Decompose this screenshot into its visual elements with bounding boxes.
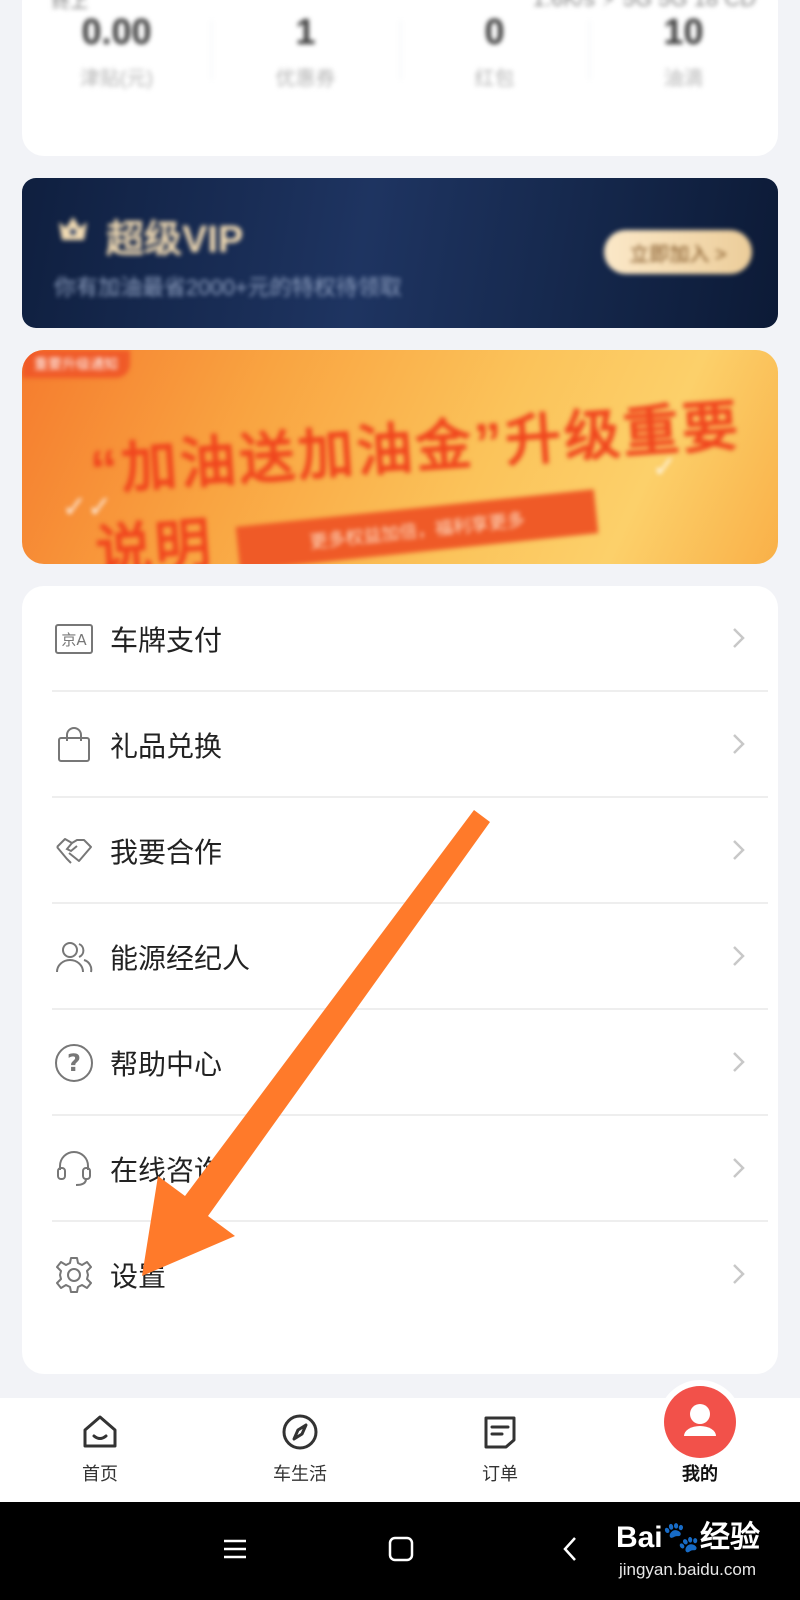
stat-value: 1	[295, 11, 316, 52]
menu-item-help-center[interactable]: ? 帮助中心	[52, 1010, 768, 1116]
tab-label: 车生活	[273, 1464, 327, 1484]
menu-item-settings[interactable]: 设置	[52, 1222, 768, 1328]
watermark-url: jingyan.baidu.com	[618, 1560, 756, 1579]
headset-icon	[54, 1149, 94, 1189]
vip-banner[interactable]: 超级VIP 你有加油最省2000+元的特权待领取 立即加入 >	[22, 178, 778, 328]
stat-label: 红包	[474, 68, 515, 90]
tab-label: 订单	[482, 1464, 518, 1484]
menu-item-label: 我要合作	[110, 837, 223, 868]
tab-label: 我的	[682, 1464, 718, 1484]
compass-icon	[282, 1414, 318, 1450]
chevron-right-icon	[733, 840, 745, 860]
stats-card: 终上 1.6K/s ⚡ 5G 5G 18 CD 0.00 津贴(元) 1 优惠券…	[22, 0, 778, 156]
tab-me[interactable]: 我的	[600, 1386, 800, 1502]
stat-red-packets[interactable]: 0 红包	[400, 10, 589, 90]
stat-label: 油滴	[663, 68, 704, 90]
menu-item-gift-exchange[interactable]: 礼品兑换	[52, 692, 768, 798]
vip-title: 超级VIP	[106, 219, 244, 261]
shopping-bag-icon	[54, 725, 94, 765]
stat-label: 优惠券	[275, 68, 336, 90]
menu-item-label: 车牌支付	[110, 625, 223, 656]
stat-oil-drops[interactable]: 10 油滴	[589, 10, 778, 90]
svg-text:京A: 京A	[61, 631, 87, 649]
system-nav-bar: Bai🐾经验 jingyan.baidu.com	[0, 1502, 800, 1600]
vip-subtitle: 你有加油最省2000+元的特权待领取	[54, 275, 402, 300]
check-decoration-icon: ✓	[652, 451, 678, 484]
order-icon	[484, 1416, 516, 1449]
tab-car-life[interactable]: 车生活	[200, 1398, 400, 1502]
stat-coupons[interactable]: 1 优惠券	[211, 10, 400, 90]
crown-icon	[59, 217, 87, 240]
menu-item-label: 帮助中心	[110, 1049, 223, 1080]
promo-tag: 重要升级通知	[22, 350, 130, 378]
license-plate-icon: 京A	[54, 619, 94, 659]
chevron-right-icon	[733, 946, 745, 966]
chevron-right-icon	[733, 628, 745, 648]
promo-banner[interactable]: 重要升级通知 “加油送加油金”升级重要说明 更多权益加倍，福利享更多 ✓✓ ✓	[22, 350, 778, 564]
menu-item-online-consult[interactable]: 在线咨询	[52, 1116, 768, 1222]
chevron-right-icon	[733, 1264, 745, 1284]
help-icon: ?	[54, 1043, 94, 1083]
handshake-icon	[54, 831, 94, 871]
chevron-right-icon	[733, 734, 745, 754]
stat-value: 0	[484, 11, 505, 52]
bottom-tab-bar: 首页 车生活 订单 我的	[0, 1386, 800, 1502]
svg-text:?: ?	[67, 1049, 81, 1077]
menu-card: 京A 车牌支付 礼品兑换 我要合作 能源经纪人 ? 帮助中心 在线咨询 设置	[22, 586, 778, 1374]
menu-item-label: 设置	[110, 1261, 167, 1292]
tab-orders[interactable]: 订单	[400, 1398, 600, 1502]
home-square-icon[interactable]	[388, 1536, 414, 1562]
tab-label: 首页	[82, 1464, 118, 1484]
menu-icon[interactable]	[222, 1536, 248, 1562]
menu-item-label: 能源经纪人	[110, 943, 251, 974]
chevron-right-icon	[733, 1158, 745, 1178]
back-icon[interactable]	[558, 1536, 584, 1562]
stat-value: 0.00	[81, 11, 152, 52]
watermark-brand: Bai🐾经验	[615, 1521, 760, 1554]
chevron-right-icon	[733, 1052, 745, 1072]
tab-home[interactable]: 首页	[0, 1398, 200, 1502]
vip-join-button[interactable]: 立即加入 >	[604, 230, 752, 274]
menu-item-energy-agent[interactable]: 能源经纪人	[52, 904, 768, 1010]
users-icon	[54, 937, 94, 977]
stat-label: 津贴(元)	[79, 68, 154, 90]
profile-icon	[664, 1386, 736, 1458]
stat-allowance[interactable]: 0.00 津贴(元)	[22, 10, 211, 90]
menu-item-cooperation[interactable]: 我要合作	[52, 798, 768, 904]
stat-value: 10	[663, 11, 704, 52]
home-icon	[83, 1415, 117, 1448]
gear-icon	[54, 1255, 94, 1295]
menu-item-label: 礼品兑换	[110, 731, 223, 762]
menu-item-label: 在线咨询	[110, 1155, 223, 1186]
menu-item-plate-payment[interactable]: 京A 车牌支付	[52, 586, 768, 692]
check-decoration-icon: ✓✓	[62, 491, 113, 524]
